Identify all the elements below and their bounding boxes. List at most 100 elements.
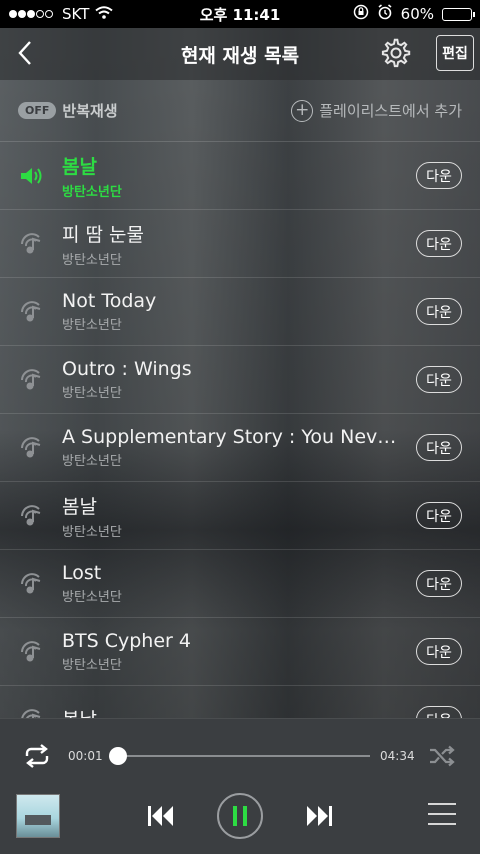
battery-icon: [442, 7, 475, 21]
album-art-detail: [25, 815, 51, 825]
download-button[interactable]: 다운: [416, 502, 462, 529]
repeat-button[interactable]: [22, 743, 52, 769]
track-title: Outro : Wings: [62, 358, 192, 380]
shuffle-button[interactable]: [428, 743, 456, 769]
track-row[interactable]: 봄날방탄소년단 다운: [0, 482, 480, 550]
track-title: A Supplementary Story : You Nev…: [62, 426, 397, 448]
total-time: 04:34: [380, 749, 415, 763]
track-text: Outro : Wings 방탄소년단: [62, 358, 402, 401]
track-title: 피 땀 눈물: [62, 223, 144, 246]
controls-row: [0, 791, 480, 841]
alarm-icon: [377, 4, 393, 24]
track-text: A Supplementary Story : You Nev… 방탄소년단: [62, 426, 402, 469]
skip-previous-icon: [148, 806, 173, 826]
track-text: Not Today 방탄소년단: [62, 290, 402, 333]
status-right: 60%: [353, 4, 475, 24]
track-artist: 방탄소년단: [62, 658, 122, 673]
track-row[interactable]: 피 땀 눈물방탄소년단 다운: [0, 210, 480, 278]
next-button[interactable]: [302, 799, 336, 833]
track-text: BTS Cypher 4 방탄소년단: [62, 630, 402, 673]
playlist-options-row: OFF 반복재생 + 플레이리스트에서 추가: [0, 80, 480, 142]
track-text: 봄날방탄소년단: [62, 492, 402, 540]
chevron-left-icon: [18, 41, 31, 65]
track-artist: 방탄소년단: [62, 184, 122, 200]
music-note-icon: [18, 434, 46, 462]
track-artist: 방탄소년단: [62, 454, 122, 469]
track-title: BTS Cypher 4: [62, 630, 191, 652]
music-note-icon: [18, 638, 46, 666]
repeat-label: 반복재생: [62, 102, 118, 120]
settings-button[interactable]: [380, 37, 412, 69]
track-text: Lost 방탄소년단: [62, 562, 402, 605]
track-row[interactable]: A Supplementary Story : You Nev… 방탄소년단 다운: [0, 414, 480, 482]
music-note-icon: [18, 366, 46, 394]
track-row[interactable]: Lost 방탄소년단 다운: [0, 550, 480, 618]
track-artist: 방탄소년단: [62, 252, 122, 268]
pause-icon: [233, 806, 247, 826]
music-note-icon: [18, 298, 46, 326]
track-row[interactable]: Not Today 방탄소년단 다운: [0, 278, 480, 346]
track-title: 봄날: [62, 495, 97, 518]
album-art-thumbnail[interactable]: [16, 794, 60, 838]
pause-button[interactable]: [217, 793, 263, 839]
music-note-icon: [18, 570, 46, 598]
track-list[interactable]: 봄날 방탄소년단 다운 피 땀 눈물 방탄소년단 다운 Not Today 방탄소년단 다운 Ou…: [0, 142, 480, 718]
seek-bar[interactable]: [112, 755, 370, 757]
speaker-playing-icon: [18, 162, 46, 190]
track-text: 봄날: [62, 705, 402, 718]
repeat-toggle[interactable]: OFF: [18, 102, 57, 119]
signal-dots-icon: [8, 5, 56, 23]
battery-percent: 60%: [400, 5, 434, 23]
download-button[interactable]: 다운: [416, 162, 462, 189]
music-note-icon: [18, 706, 46, 718]
carrier-name: SKT: [62, 5, 90, 23]
menu-line: [428, 803, 456, 805]
current-time: 00:01: [68, 749, 103, 763]
track-artist: 방탄소년단: [62, 386, 122, 401]
download-button[interactable]: 다운: [416, 366, 462, 393]
header-bar: 현재 재생 목록 편집: [0, 28, 480, 80]
track-artist: 방탄소년단: [62, 524, 122, 540]
download-button[interactable]: 다운: [416, 638, 462, 665]
track-row[interactable]: 봄날방탄소년단 다운: [0, 142, 480, 210]
download-button[interactable]: 다운: [416, 230, 462, 257]
menu-button[interactable]: [428, 803, 456, 829]
page-title: 현재 재생 목록: [180, 44, 300, 67]
download-button[interactable]: 다운: [416, 706, 462, 718]
back-button[interactable]: [12, 38, 42, 68]
progress-row: 00:01 04:34: [0, 743, 480, 769]
track-artist: 방탄소년단: [62, 318, 122, 333]
track-title: Lost: [62, 562, 102, 584]
track-title: 봄날: [62, 155, 97, 178]
rotation-lock-icon: [353, 4, 369, 24]
download-button[interactable]: 다운: [416, 298, 462, 325]
add-from-playlist-label: 플레이리스트에서 추가: [319, 102, 462, 120]
mini-player: 00:01 04:34: [0, 718, 480, 854]
add-from-playlist-button[interactable]: + 플레이리스트에서 추가: [291, 99, 462, 122]
track-row[interactable]: BTS Cypher 4 방탄소년단 다운: [0, 618, 480, 686]
download-button[interactable]: 다운: [416, 570, 462, 597]
previous-button[interactable]: [144, 799, 178, 833]
repeat-icon: [25, 744, 49, 768]
track-row[interactable]: 봄날 다운: [0, 686, 480, 718]
track-row[interactable]: Outro : Wings 방탄소년단 다운: [0, 346, 480, 414]
gear-icon: [381, 38, 411, 68]
track-title: 봄날: [62, 705, 402, 718]
plus-circle-icon: +: [291, 99, 314, 122]
track-text: 피 땀 눈물방탄소년단: [62, 220, 402, 268]
menu-line: [428, 813, 456, 815]
music-note-icon: [18, 502, 46, 530]
edit-button[interactable]: 편집: [436, 35, 474, 71]
seek-thumb[interactable]: [109, 747, 128, 765]
music-note-icon: [18, 230, 46, 258]
track-text: 봄날방탄소년단: [62, 152, 402, 200]
menu-line: [428, 823, 456, 825]
download-button[interactable]: 다운: [416, 434, 462, 461]
track-title: Not Today: [62, 290, 157, 312]
track-artist: 방탄소년단: [62, 590, 122, 605]
shuffle-icon: [430, 745, 455, 767]
status-left: SKT: [8, 5, 353, 23]
skip-next-icon: [307, 806, 332, 826]
wifi-icon: [95, 5, 113, 23]
status-bar: SKT 오후 11:41 60%: [0, 0, 480, 28]
